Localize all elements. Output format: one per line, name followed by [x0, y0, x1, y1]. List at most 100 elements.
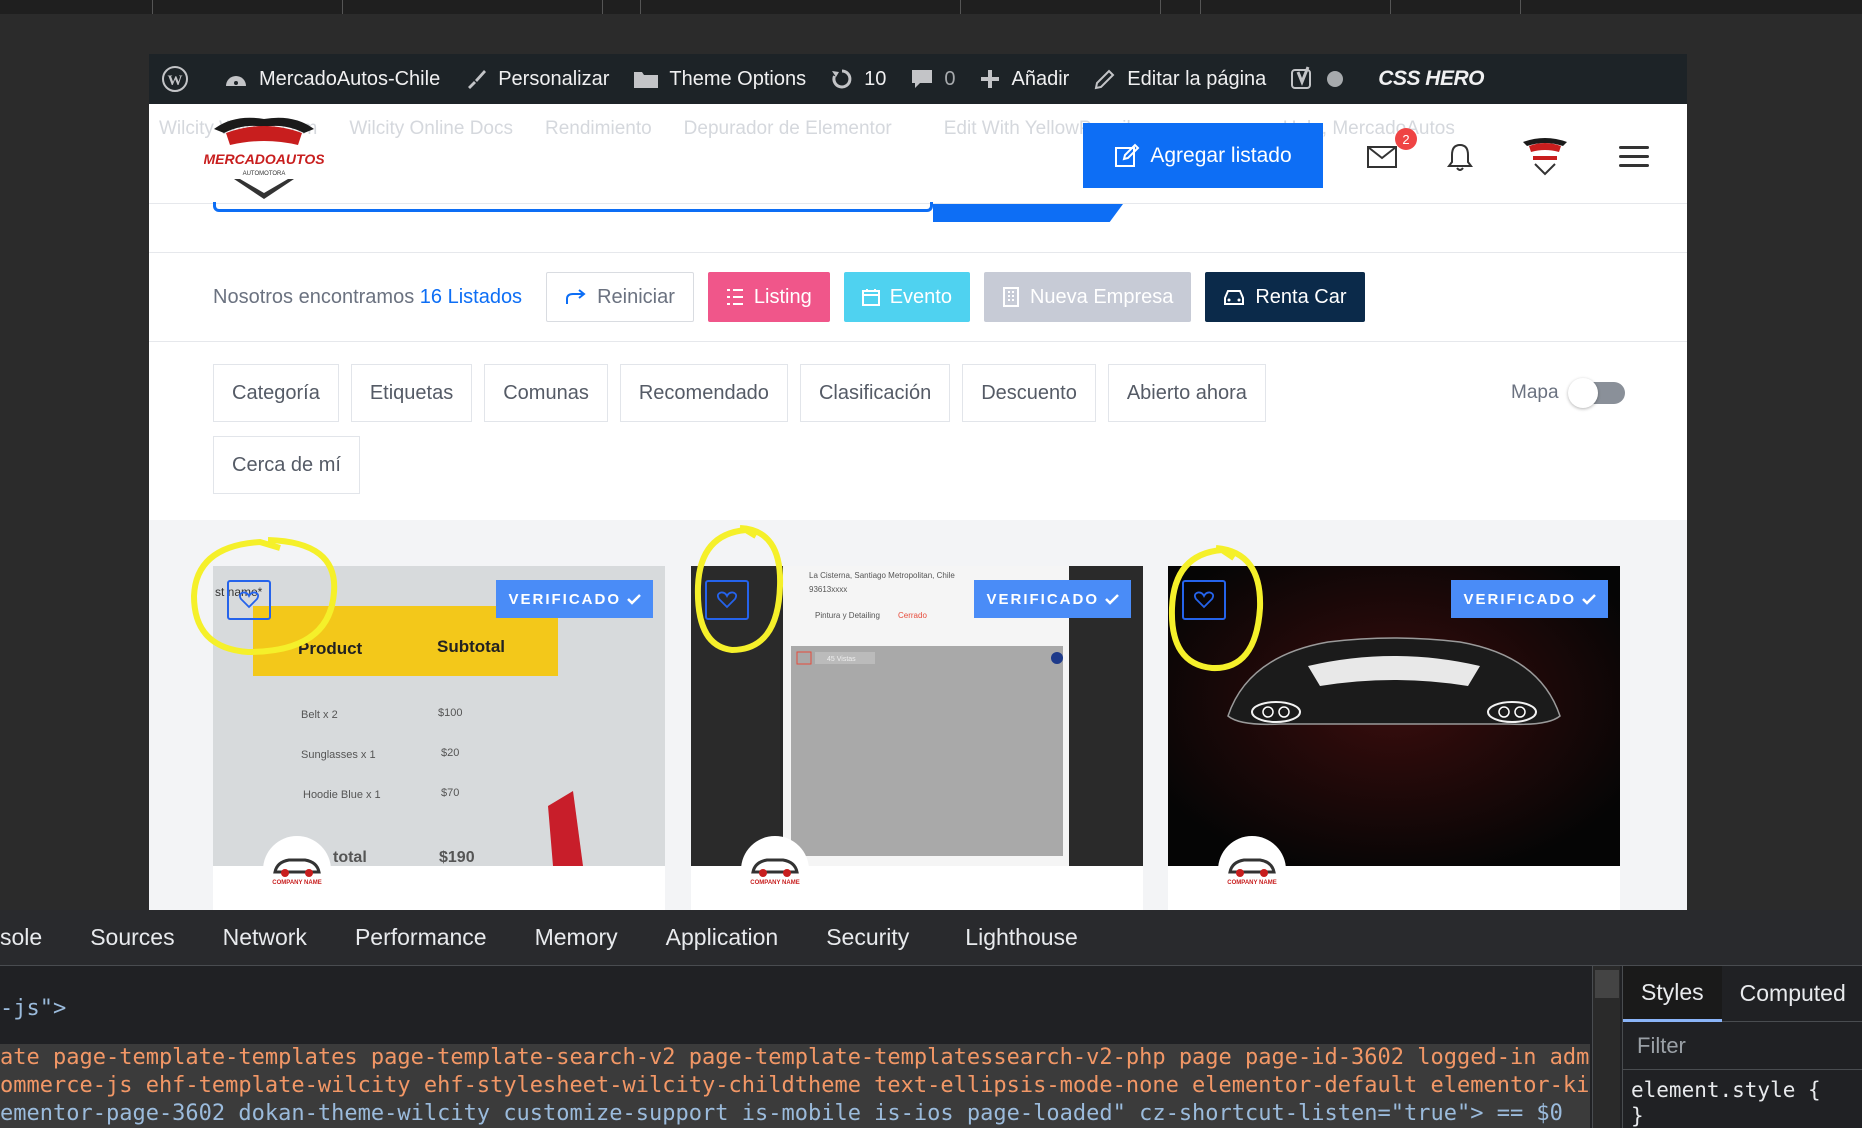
results-count-link[interactable]: 16 Listados	[420, 286, 522, 308]
user-avatar[interactable]	[1519, 134, 1571, 178]
site-name-menu[interactable]: MercadoAutos-Chile	[223, 68, 440, 91]
site-header: Wilcity Wiloke.com Wilcity Online Docs R…	[149, 104, 1687, 204]
add-listing-button[interactable]: Agregar listado	[1083, 123, 1323, 188]
filter-category[interactable]: Categoría	[213, 364, 339, 422]
wp-admin-bar: W MercadoAutos-Chile Personalizar Theme …	[149, 54, 1687, 104]
shot-location: La Cisterna, Santiago Metropolitan, Chil…	[809, 571, 955, 580]
tab-performance[interactable]: Performance	[355, 924, 487, 951]
company-logo[interactable]: COMPANY NAME	[1218, 836, 1286, 904]
folder-icon	[634, 72, 659, 88]
wordpress-logo-icon[interactable]: W	[161, 65, 199, 93]
elements-tree[interactable]: -js"> ate page-template-templates page-t…	[0, 966, 1590, 1128]
element-style-close: }	[1631, 1104, 1644, 1128]
yoast-icon	[1291, 66, 1312, 89]
tab-security[interactable]: Security	[826, 924, 909, 951]
receipt-total-label: total	[333, 849, 367, 866]
favorite-button[interactable]	[705, 580, 749, 620]
listing-card[interactable]: La Cisterna, Santiago Metropolitan, Chil…	[691, 566, 1143, 910]
type-event-button[interactable]: Evento	[843, 272, 970, 322]
favorite-button[interactable]	[227, 580, 271, 620]
listing-image[interactable]: VERIFICADO	[1168, 566, 1620, 866]
devtools-panel: sole Sources Network Performance Memory …	[0, 910, 1862, 1128]
tab-computed[interactable]: Computed	[1722, 980, 1862, 1007]
code-line: ementor-page-3602 dokan-theme-wilcity cu…	[0, 1101, 1563, 1126]
type-listing-label: Listing	[753, 285, 812, 308]
devtools-tabs: sole Sources Network Performance Memory …	[0, 910, 1862, 966]
tab-console[interactable]: sole	[0, 924, 42, 951]
search-input[interactable]	[213, 202, 933, 212]
type-company-button[interactable]: Nueva Empresa	[983, 272, 1192, 322]
car-logo-icon	[273, 858, 321, 877]
type-listing-button[interactable]: Listing	[707, 272, 830, 322]
car-logo-icon	[751, 858, 799, 877]
heart-icon	[239, 591, 259, 609]
car-logo-icon	[1228, 858, 1276, 877]
elements-scrollbar[interactable]	[1592, 966, 1620, 1128]
company-name: COMPANY NAME	[1227, 880, 1277, 886]
code-line: -js">	[0, 996, 67, 1021]
type-rent-car-button[interactable]: Renta Car	[1205, 272, 1365, 322]
reset-button[interactable]: Reiniciar	[546, 272, 694, 322]
redo-icon	[566, 289, 586, 304]
receipt-col-subtotal: Subtotal	[437, 637, 505, 656]
notifications-bell-icon[interactable]	[1447, 142, 1473, 172]
listing-image[interactable]: La Cisterna, Santiago Metropolitan, Chil…	[691, 566, 1143, 866]
brush-icon	[468, 70, 487, 89]
filter-recommended[interactable]: Recomendado	[619, 364, 788, 422]
add-new-menu[interactable]: Añadir	[979, 68, 1069, 91]
styles-filter-input[interactable]: Filter	[1623, 1022, 1862, 1070]
tab-styles[interactable]: Styles	[1623, 965, 1722, 1022]
filter-comunas[interactable]: Comunas	[484, 364, 608, 422]
listing-card[interactable]: VERIFICADO COMPANY NAME	[1168, 566, 1620, 910]
map-switch[interactable]	[1567, 378, 1625, 408]
tab-memory[interactable]: Memory	[535, 924, 618, 951]
messages-icon[interactable]	[1367, 146, 1397, 168]
messages-badge: 2	[1395, 128, 1417, 150]
verified-badge: VERIFICADO	[974, 580, 1131, 618]
element-style-rule[interactable]: element.style {	[1623, 1070, 1862, 1102]
favorite-button[interactable]	[1182, 580, 1226, 620]
company-logo[interactable]: COMPANY NAME	[741, 836, 809, 904]
selected-node[interactable]: ate page-template-templates page-templat…	[0, 1044, 1590, 1128]
list-icon	[726, 289, 743, 305]
tab-application[interactable]: Application	[666, 924, 779, 951]
ghost-menu-item: Rendimiento	[545, 118, 652, 139]
updates-menu[interactable]: 10	[830, 67, 886, 91]
theme-options-menu[interactable]: Theme Options	[633, 68, 806, 91]
type-event-label: Evento	[889, 285, 952, 308]
verified-badge: VERIFICADO	[496, 580, 653, 618]
tab-lighthouse[interactable]: Lighthouse	[965, 924, 1078, 951]
menu-hamburger-icon[interactable]	[1619, 146, 1649, 168]
css-hero-menu[interactable]: CSS HERO	[1378, 67, 1484, 91]
map-label: Mapa	[1511, 382, 1559, 403]
yoast-menu[interactable]	[1290, 66, 1354, 92]
receipt-row-price: $20	[441, 747, 459, 759]
styles-sidebar: Styles Computed Filter element.style { }	[1622, 965, 1862, 1128]
filter-tags[interactable]: Etiquetas	[350, 364, 473, 422]
ghost-menu-item: Depurador de Elementor	[683, 118, 892, 139]
receipt-total-value: $190	[439, 849, 475, 866]
shot-views: 45 Vistas	[827, 656, 856, 663]
shot-category: Pintura y Detailing	[815, 611, 880, 620]
theme-options-label: Theme Options	[669, 67, 807, 90]
map-toggle[interactable]: Mapa	[1511, 378, 1625, 408]
filter-near-me[interactable]: Cerca de mí	[213, 436, 360, 494]
tab-network[interactable]: Network	[223, 924, 307, 951]
listings-grid: st name* Product Subtotal Belt x 2 $100 …	[149, 520, 1687, 910]
code-line: ate page-template-templates page-templat…	[0, 1045, 1590, 1070]
customize-menu[interactable]: Personalizar	[464, 67, 609, 91]
company-logo[interactable]: COMPANY NAME	[263, 836, 331, 904]
edit-page-menu[interactable]: Editar la página	[1093, 67, 1266, 91]
browser-top-strip	[0, 0, 1862, 14]
filter-open-now[interactable]: Abierto ahora	[1107, 364, 1266, 422]
tab-sources[interactable]: Sources	[90, 924, 174, 951]
search-button[interactable]	[933, 204, 1123, 222]
company-name: COMPANY NAME	[750, 880, 800, 886]
site-logo[interactable]: MERCADOAUTOS AUTOMOTORA	[204, 109, 324, 204]
listing-image[interactable]: st name* Product Subtotal Belt x 2 $100 …	[213, 566, 665, 866]
listing-card[interactable]: st name* Product Subtotal Belt x 2 $100 …	[213, 566, 665, 910]
comments-menu[interactable]: 0	[910, 68, 955, 91]
filter-discount[interactable]: Descuento	[962, 364, 1096, 422]
filter-rating[interactable]: Clasificación	[799, 364, 951, 422]
edit-square-icon	[1115, 143, 1140, 167]
